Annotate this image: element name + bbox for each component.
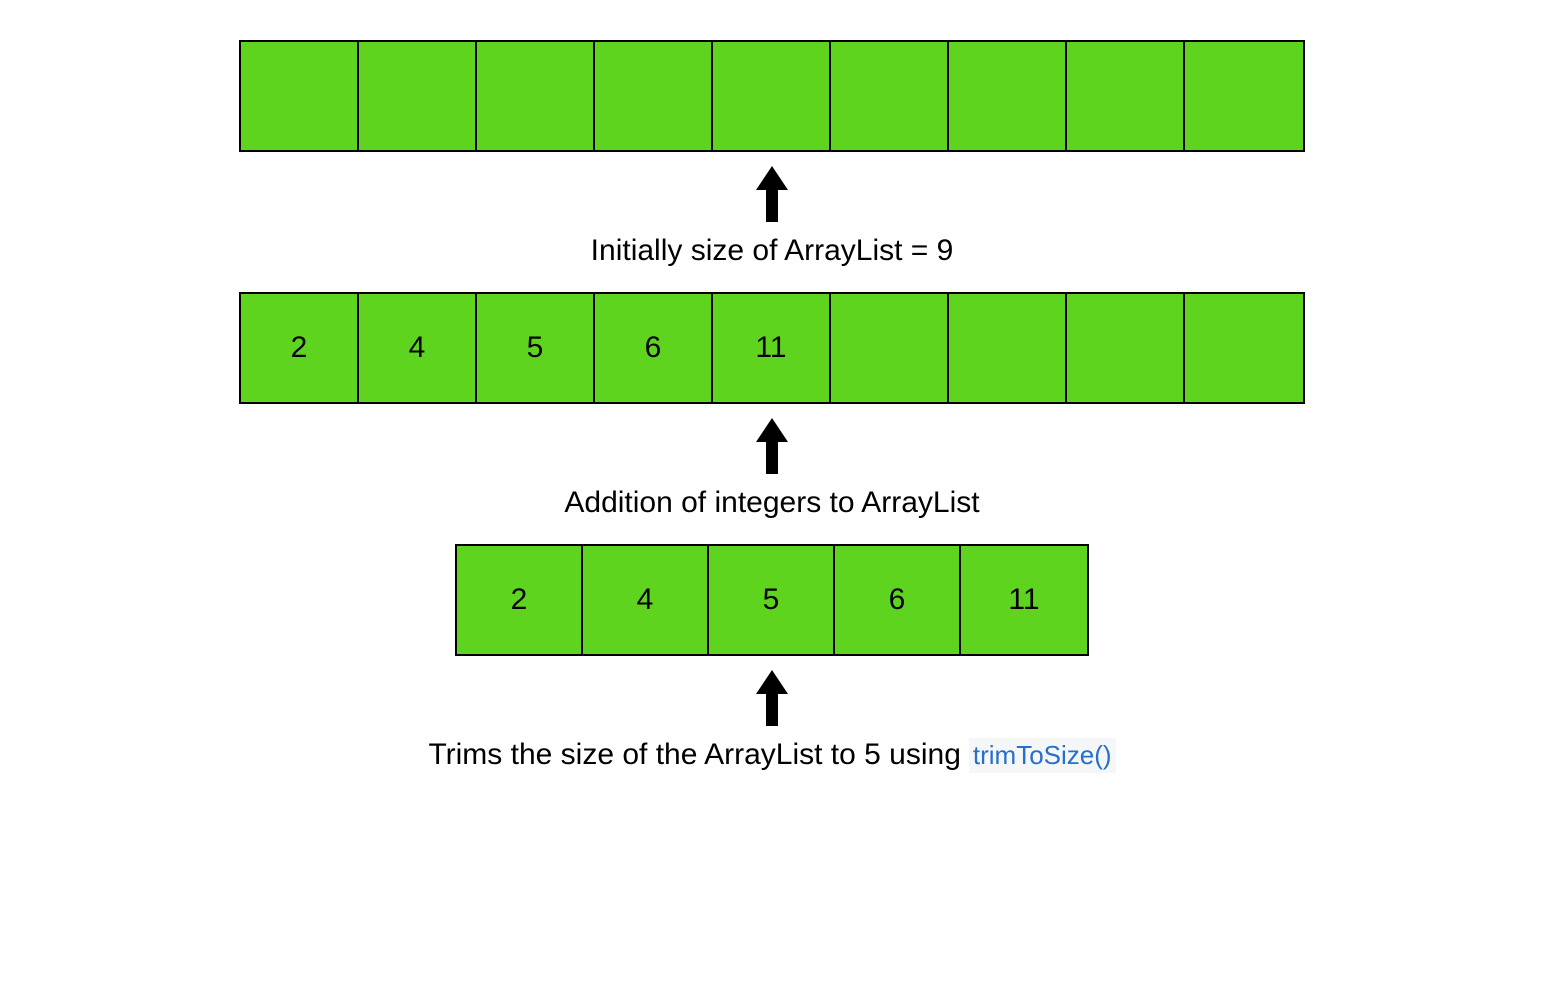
array-cell [949, 42, 1067, 150]
caption-trim-text: Trims the size of the ArrayList to 5 usi… [428, 738, 960, 772]
array-cell [1185, 42, 1303, 150]
method-link[interactable]: trimToSize() [969, 738, 1116, 773]
array-cell: 4 [359, 294, 477, 402]
array-cell: 11 [961, 546, 1087, 654]
array-cell [1067, 42, 1185, 150]
arrow-up-icon [756, 160, 788, 222]
array-cell [241, 42, 359, 150]
array-cell: 6 [835, 546, 961, 654]
array-cell: 4 [583, 546, 709, 654]
array-cell: 5 [477, 294, 595, 402]
array-cell: 11 [713, 294, 831, 402]
array-cell [713, 42, 831, 150]
arrow-up-icon [756, 664, 788, 726]
array-cell [477, 42, 595, 150]
array-cell [831, 42, 949, 150]
array-cell [1067, 294, 1185, 402]
array-cell [595, 42, 713, 150]
array-cell [831, 294, 949, 402]
array-cell [359, 42, 477, 150]
array-cell: 5 [709, 546, 835, 654]
caption-initial: Initially size of ArrayList = 9 [591, 230, 954, 284]
array-cell: 2 [457, 546, 583, 654]
array-row-initial [239, 40, 1305, 152]
array-cell [949, 294, 1067, 402]
array-cell [1185, 294, 1303, 402]
caption-addition: Addition of integers to ArrayList [564, 482, 979, 536]
array-row-trimmed: 2 4 5 6 11 [455, 544, 1089, 656]
array-cell: 2 [241, 294, 359, 402]
array-cell: 6 [595, 294, 713, 402]
array-row-populated: 2 4 5 6 11 [239, 292, 1305, 404]
caption-trim: Trims the size of the ArrayList to 5 usi… [428, 734, 1115, 773]
arrow-up-icon [756, 412, 788, 474]
